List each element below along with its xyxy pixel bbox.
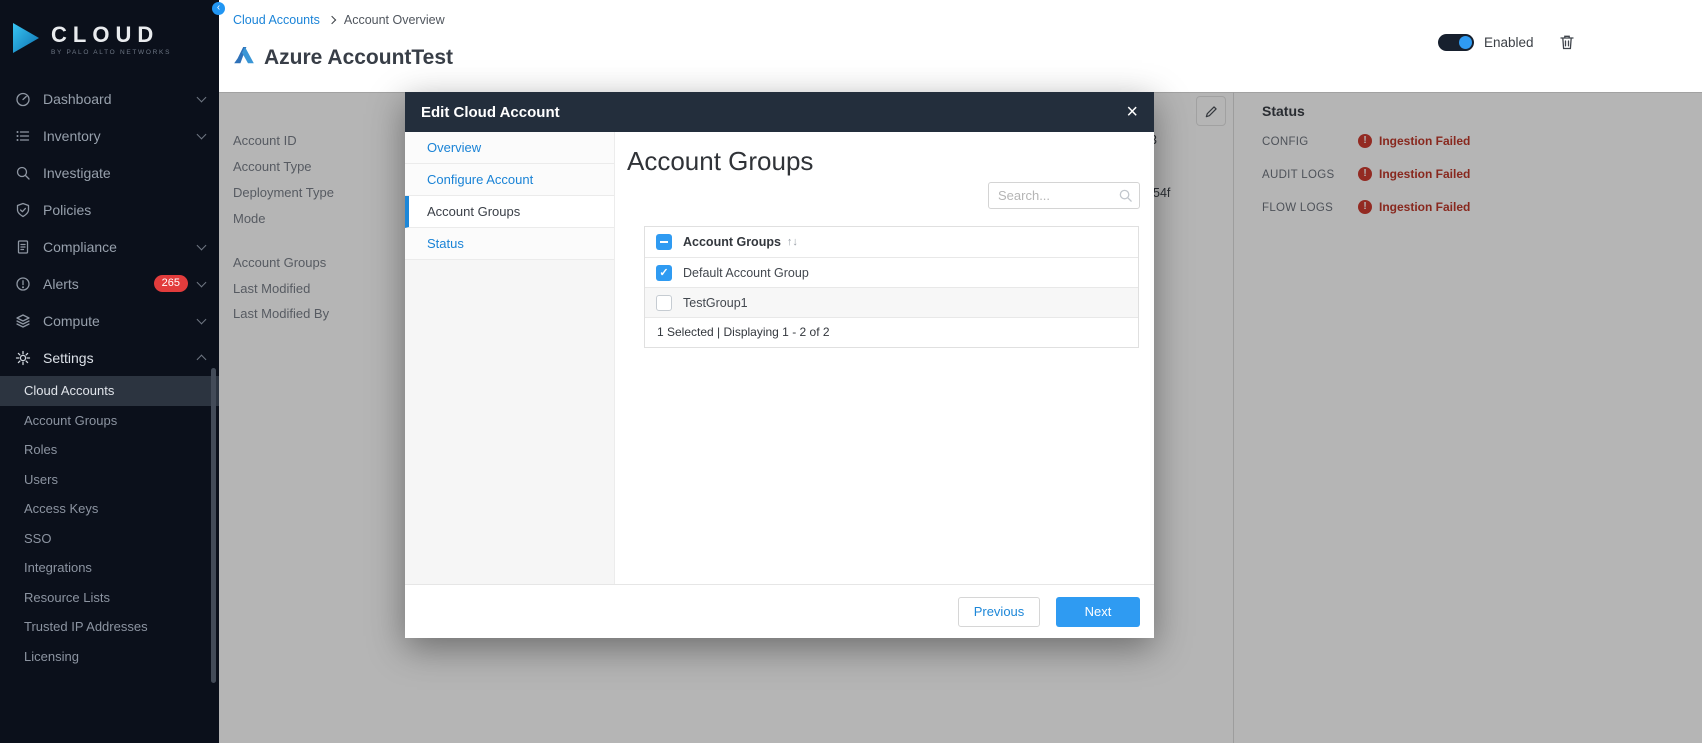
page-title-row: Azure AccountTest [233, 44, 453, 71]
modal-tab-status[interactable]: Status [405, 228, 614, 260]
page-title: Azure AccountTest [264, 46, 453, 70]
chevron-down-icon [197, 277, 207, 287]
row-checkbox-unchecked[interactable] [656, 295, 672, 311]
logo-text: CLOUD BY PALO ALTO NETWORKS [51, 24, 171, 56]
modal-section-heading: Account Groups [627, 146, 813, 177]
sidebar-item-compliance[interactable]: Compliance [0, 228, 219, 265]
select-all-checkbox[interactable] [656, 234, 672, 250]
modal-content: Account Groups Account Groups ↑↓ Defau [615, 132, 1154, 584]
table-row: TestGroup1 [645, 287, 1138, 317]
breadcrumb: Cloud Accounts Account Overview [233, 13, 445, 27]
modal-tab-account-groups[interactable]: Account Groups [405, 196, 614, 228]
breadcrumb-current: Account Overview [344, 13, 445, 27]
sidebar-item-licensing[interactable]: Licensing [0, 642, 219, 672]
breadcrumb-chevron-icon [328, 16, 336, 24]
breadcrumb-cloud-accounts-link[interactable]: Cloud Accounts [233, 13, 320, 27]
modal-header: Edit Cloud Account × [405, 92, 1154, 132]
modal-footer: Previous Next [405, 584, 1154, 638]
sidebar-collapse-button[interactable]: ‹ [212, 2, 225, 15]
compliance-icon [14, 238, 31, 255]
account-group-name: Default Account Group [683, 266, 809, 280]
chevron-down-icon [197, 240, 207, 250]
inventory-icon [14, 127, 31, 144]
settings-gear-icon [14, 349, 31, 366]
sidebar-item-inventory[interactable]: Inventory [0, 117, 219, 154]
edit-cloud-account-modal: Edit Cloud Account × Overview Configure … [405, 92, 1154, 638]
table-footer-summary: 1 Selected | Displaying 1 - 2 of 2 [645, 317, 1138, 347]
sidebar-item-resource-lists[interactable]: Resource Lists [0, 583, 219, 613]
policies-icon [14, 201, 31, 218]
dashboard-icon [14, 90, 31, 107]
sidebar-item-cloud-accounts[interactable]: Cloud Accounts [0, 376, 219, 406]
search-icon [1118, 188, 1133, 208]
modal-tab-configure-account[interactable]: Configure Account [405, 164, 614, 196]
sidebar-item-roles[interactable]: Roles [0, 435, 219, 465]
modal-body: Overview Configure Account Account Group… [405, 132, 1154, 584]
sidebar-scrollbar[interactable] [211, 368, 216, 683]
sidebar: CLOUD BY PALO ALTO NETWORKS Dashboard In… [0, 0, 219, 743]
sidebar-item-sso[interactable]: SSO [0, 524, 219, 554]
sidebar-item-integrations[interactable]: Integrations [0, 553, 219, 583]
previous-button[interactable]: Previous [958, 597, 1040, 627]
account-group-name: TestGroup1 [683, 296, 748, 310]
logo-title: CLOUD [51, 24, 171, 46]
investigate-icon [14, 164, 31, 181]
alerts-count-badge: 265 [154, 275, 188, 292]
sort-icon[interactable]: ↑↓ [787, 236, 798, 248]
azure-icon [233, 44, 255, 71]
sidebar-item-trusted-ip-addresses[interactable]: Trusted IP Addresses [0, 612, 219, 642]
sidebar-item-compute[interactable]: Compute [0, 302, 219, 339]
modal-nav: Overview Configure Account Account Group… [405, 132, 615, 584]
compute-icon [14, 312, 31, 329]
modal-title: Edit Cloud Account [421, 104, 560, 121]
app-logo: CLOUD BY PALO ALTO NETWORKS [0, 0, 219, 80]
sidebar-item-alerts[interactable]: Alerts 265 [0, 265, 219, 302]
alerts-icon [14, 275, 31, 292]
header-controls: Enabled [1438, 33, 1576, 51]
sidebar-item-access-keys[interactable]: Access Keys [0, 494, 219, 524]
chevron-down-icon [197, 314, 207, 324]
modal-tab-overview[interactable]: Overview [405, 132, 614, 164]
chevron-down-icon [197, 129, 207, 139]
row-checkbox-checked[interactable] [656, 265, 672, 281]
table-header-row: Account Groups ↑↓ [645, 227, 1138, 257]
sidebar-item-dashboard[interactable]: Dashboard [0, 80, 219, 117]
next-button[interactable]: Next [1056, 597, 1140, 627]
account-groups-table: Account Groups ↑↓ Default Account Group … [644, 226, 1139, 348]
search-box [988, 182, 1140, 209]
sidebar-item-investigate[interactable]: Investigate [0, 154, 219, 191]
close-icon[interactable]: × [1126, 102, 1138, 122]
sidebar-item-users[interactable]: Users [0, 465, 219, 495]
delete-account-button[interactable] [1558, 33, 1576, 51]
sidebar-item-account-groups[interactable]: Account Groups [0, 406, 219, 436]
enabled-toggle[interactable] [1438, 34, 1474, 51]
toggle-knob [1459, 36, 1472, 49]
sidebar-item-settings[interactable]: Settings [0, 339, 219, 376]
chevron-up-icon [197, 355, 207, 365]
toggle-label: Enabled [1484, 35, 1534, 50]
sidebar-item-policies[interactable]: Policies [0, 191, 219, 228]
logo-subtitle: BY PALO ALTO NETWORKS [51, 49, 171, 56]
prisma-cloud-logo-icon [10, 21, 42, 60]
table-row: Default Account Group [645, 257, 1138, 287]
chevron-down-icon [197, 92, 207, 102]
column-header-account-groups[interactable]: Account Groups [683, 235, 781, 249]
